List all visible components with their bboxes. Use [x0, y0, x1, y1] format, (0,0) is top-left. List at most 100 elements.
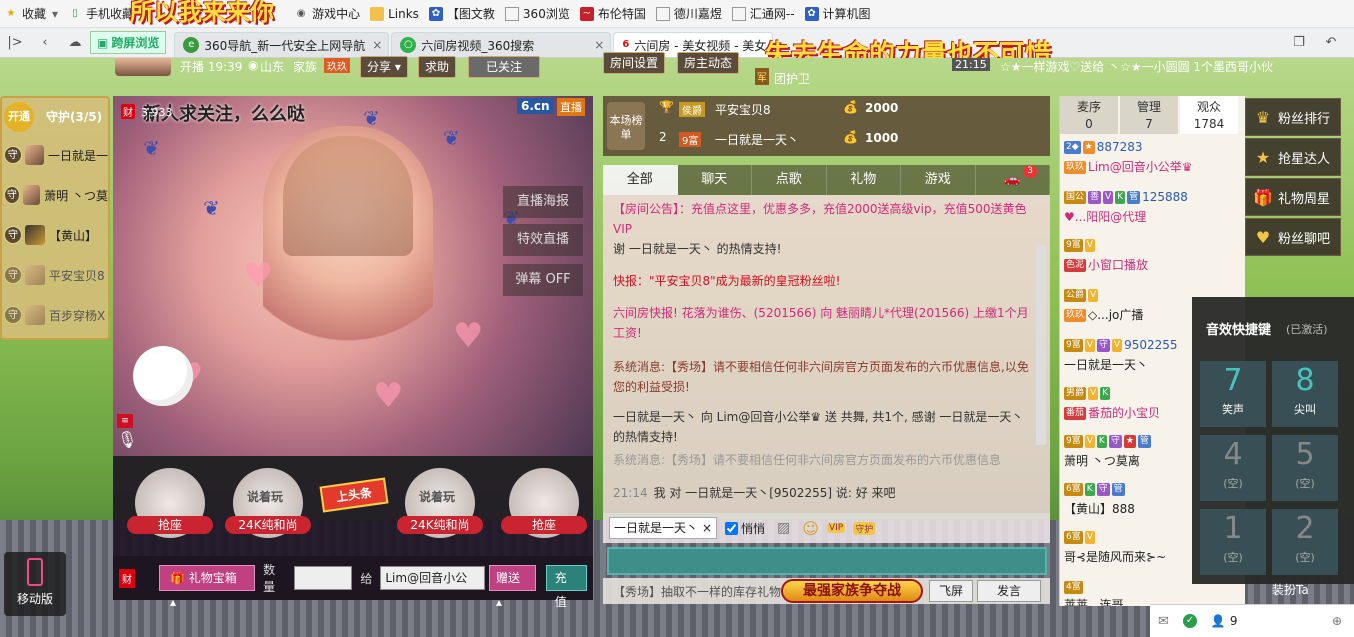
fan-rank-button[interactable]: ♛ 粉丝排行: [1245, 98, 1341, 136]
audience-row[interactable]: 9富 V: [1064, 238, 1244, 252]
chat-target-select[interactable]: 一日就是一天丶 ×: [609, 517, 717, 539]
bookmark-item[interactable]: ✿ 计算机图: [804, 5, 871, 22]
mobile-version-button[interactable]: 移动版: [4, 552, 66, 616]
heart-decoration: ♥: [243, 256, 274, 296]
effect-live-button[interactable]: 特效直播: [503, 224, 583, 256]
back-icon[interactable]: ‹: [30, 35, 60, 50]
sound-key-7[interactable]: 7 笑声: [1200, 361, 1266, 427]
chat-input[interactable]: [607, 547, 1047, 575]
crown-icon: ♛: [1255, 107, 1271, 127]
list-icon[interactable]: ≡: [117, 414, 133, 428]
mail-icon[interactable]: ✉: [1158, 614, 1169, 629]
danmaku-toggle[interactable]: 弹幕 OFF: [503, 264, 583, 296]
audience-row[interactable]: 玖玖 Lim@回音小公举♛: [1064, 158, 1244, 175]
gift-box-button[interactable]: 🎁 礼物宝箱 ▴: [159, 565, 256, 609]
chat-scrollbar[interactable]: [1036, 245, 1046, 445]
emoji-icon[interactable]: ☺: [802, 519, 819, 538]
tab-games[interactable]: 游戏: [901, 165, 976, 195]
undo-icon[interactable]: ↶: [1316, 35, 1346, 50]
avatar: [25, 225, 45, 245]
guard-member[interactable]: 守【黄山】: [4, 218, 108, 252]
grab-seat-button[interactable]: 抢座: [127, 516, 213, 534]
browser-tab[interactable]: ○ 六间房视频_360搜索 ×: [391, 31, 612, 57]
bookmark-item[interactable]: ★ 收藏 ▾: [4, 5, 59, 22]
tab-car[interactable]: 🚗 3: [976, 165, 1050, 195]
help-button[interactable]: 求助: [418, 56, 457, 78]
guard-group-label[interactable]: 团护卫: [774, 70, 810, 87]
family-battle-banner[interactable]: 最强家族争夺战: [781, 579, 923, 603]
butterfly-decoration: ❦: [203, 196, 220, 220]
restore-tabs-icon[interactable]: ❐: [1284, 35, 1314, 50]
cloud-icon[interactable]: ☁: [60, 35, 90, 50]
tab-admins[interactable]: 管理 7: [1120, 96, 1178, 134]
guard-member[interactable]: 守萧明 丶つ莫: [4, 178, 108, 212]
tab-audience[interactable]: 观众 1784: [1180, 96, 1238, 134]
followed-button[interactable]: 已关注: [468, 56, 540, 78]
bookmark-item[interactable]: ◉ 游戏中心: [294, 5, 360, 22]
audience-row[interactable]: 国公善 V K 管 125888: [1064, 190, 1244, 204]
host-news-button[interactable]: 房主动态: [677, 52, 740, 74]
bookmark-item[interactable]: Links: [370, 6, 419, 21]
headline-button[interactable]: 上头条: [319, 477, 389, 513]
whisper-checkbox[interactable]: [725, 521, 738, 535]
sound-key-5[interactable]: 5 (空): [1272, 435, 1338, 501]
rank-name[interactable]: 一日就是一天丶: [715, 131, 799, 148]
tab-mic-queue[interactable]: 麦序 0: [1060, 96, 1118, 134]
audience-row[interactable]: 色泥 小窗口播放: [1064, 256, 1244, 273]
quantity-input[interactable]: [294, 566, 353, 590]
chat-messages[interactable]: 【房间公告】：充值点这里，优惠多多，充值2000送高级vip，充值500送黄色V…: [603, 195, 1050, 513]
share-button[interactable]: 分享 ▾: [360, 56, 408, 78]
close-icon[interactable]: ×: [594, 38, 604, 52]
sound-key-2[interactable]: 2 (空): [1272, 509, 1338, 575]
open-guard-button[interactable]: 开通: [4, 102, 34, 132]
room-settings-button[interactable]: 房间设置: [603, 52, 666, 74]
video-player[interactable]: ♥ ♥ ♥ ♥ ❦ ❦ ❦ ❦ ❦ 新人求关注，么么哒 财 3,933 6.cn…: [113, 96, 593, 456]
family-badge: 玖玖: [324, 58, 350, 73]
cross-screen-button[interactable]: ▣ 跨屏浏览: [90, 31, 167, 54]
bookmark-item[interactable]: ▯ 手机收藏: [68, 5, 134, 22]
close-icon[interactable]: ×: [702, 518, 712, 538]
zoom-icon[interactable]: ⊕: [1332, 614, 1342, 628]
tab-gifts[interactable]: 礼物: [827, 165, 901, 195]
recharge-button[interactable]: 充值: [545, 565, 588, 609]
audience-row[interactable]: ♥...阳阳@代理: [1064, 208, 1244, 225]
bookmark-item[interactable]: 汇通网--: [731, 5, 795, 22]
dress-up-button[interactable]: 装扮Ta: [1272, 581, 1309, 598]
recipient-select[interactable]: Lim@回音小公: [380, 566, 486, 590]
send-gift-button[interactable]: 赠送 ▴: [489, 565, 536, 609]
sound-key-4[interactable]: 4 (空): [1200, 435, 1266, 501]
vip-emoji-button[interactable]: VIP: [826, 523, 846, 533]
rank-list-label[interactable]: 本场榜单: [607, 102, 645, 150]
browser-tab[interactable]: e 360导航_新一代安全上网导航 ×: [174, 31, 390, 57]
bookmark-item[interactable]: 德川嘉煜: [655, 5, 722, 22]
security-check-icon[interactable]: ✓: [1182, 614, 1197, 628]
speak-button[interactable]: 发言: [977, 580, 1041, 602]
guard-emoji-button[interactable]: 守护: [853, 521, 876, 535]
guard-member[interactable]: 守平安宝贝8: [4, 258, 108, 292]
right-sidebar: ♛ 粉丝排行 ★ 抢星达人 🎁 礼物周星 ♥ 粉丝聊吧: [1245, 96, 1345, 258]
grab-seat-button[interactable]: 抢座: [501, 516, 587, 534]
image-icon[interactable]: ▨: [777, 520, 790, 536]
live-poster-button[interactable]: 直播海报: [503, 186, 583, 218]
guard-member[interactable]: 守一日就是一: [4, 138, 108, 172]
tab-all[interactable]: 全部: [603, 165, 678, 195]
audience-row[interactable]: 2◆ ★ 887283: [1064, 140, 1244, 154]
gift-week-star-button[interactable]: 🎁 礼物周星: [1245, 178, 1341, 216]
tab-songs[interactable]: 点歌: [752, 165, 827, 195]
bookmark-item[interactable]: ✿ 【图文教: [428, 5, 495, 22]
fly-screen-button[interactable]: 飞屏: [929, 580, 973, 602]
tab-chat[interactable]: 聊天: [678, 165, 752, 195]
sound-key-1[interactable]: 1 (空): [1200, 509, 1266, 575]
mic-icon[interactable]: 🎙: [117, 430, 137, 449]
sidebar-toggle-icon[interactable]: |>: [0, 35, 30, 50]
sound-key-8[interactable]: 8 尖叫: [1272, 361, 1338, 427]
close-icon[interactable]: ×: [372, 38, 382, 52]
star-grabber-button[interactable]: ★ 抢星达人: [1245, 138, 1341, 176]
fan-chat-button[interactable]: ♥ 粉丝聊吧: [1245, 218, 1341, 256]
rank-name[interactable]: 平安宝贝8: [715, 101, 771, 118]
gift-bar: 财 🎁 礼物宝箱 ▴ 数量 给 Lim@回音小公 赠送 ▴ 充值: [113, 556, 593, 609]
bookmark-item[interactable]: ~ 布伦特国: [579, 5, 646, 22]
bookmark-item[interactable]: 360浏览: [504, 5, 570, 22]
guard-member[interactable]: 守百步穿杨Ⅹ: [4, 298, 108, 332]
host-avatar[interactable]: [115, 58, 171, 76]
